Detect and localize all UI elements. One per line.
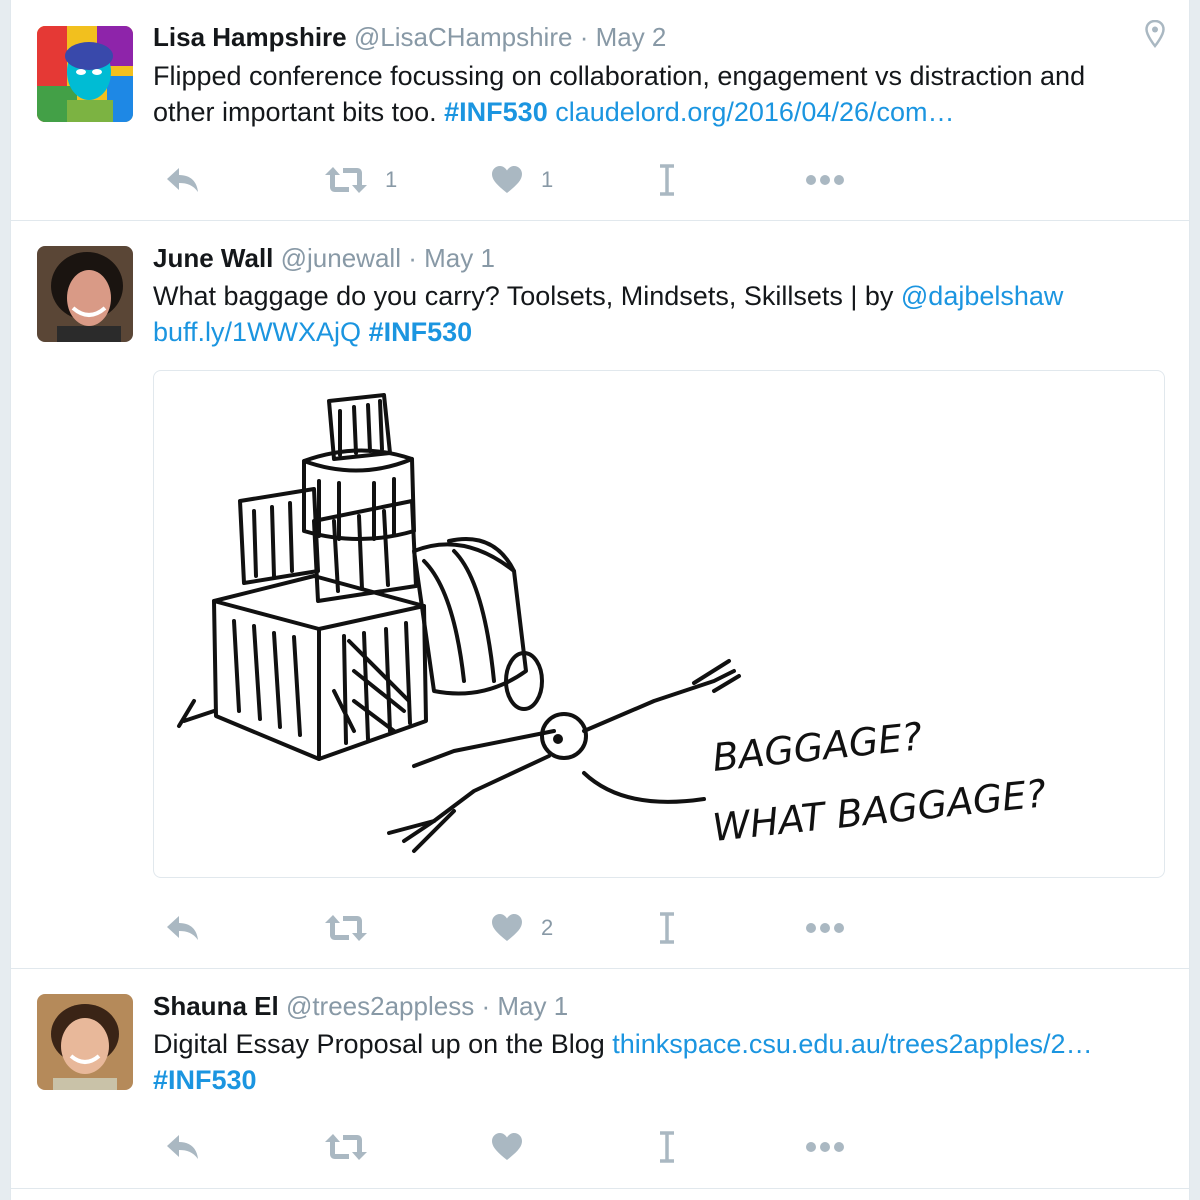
tweet-text: What baggage do you carry? Toolsets, Min… xyxy=(153,278,1153,350)
tweet[interactable]: Shauna El @trees2appless · May 1 Digital… xyxy=(11,969,1189,1189)
reply-button[interactable] xyxy=(165,1127,201,1167)
url-link[interactable]: thinkspace.csu.edu.au/trees2apples/2… xyxy=(612,1029,1092,1059)
more-button[interactable] xyxy=(805,160,845,200)
timeline: Lisa Hampshire @LisaCHampshire · May 2 F… xyxy=(10,0,1190,1200)
author-handle[interactable]: @LisaCHampshire xyxy=(354,22,573,52)
separator: · xyxy=(481,991,491,1021)
like-button[interactable] xyxy=(491,1127,523,1167)
tweet-date[interactable]: May 1 xyxy=(497,991,568,1021)
retweet-count: 1 xyxy=(385,167,398,192)
like-icon xyxy=(491,1132,523,1162)
tweet-text: Digital Essay Proposal up on the Blog th… xyxy=(153,1026,1153,1098)
tweet-actions xyxy=(153,1127,953,1167)
text-cursor-button[interactable] xyxy=(658,908,676,948)
tweet-body: Digital Essay Proposal up on the Blog xyxy=(153,1029,613,1059)
author-handle[interactable]: @junewall xyxy=(281,243,401,273)
tweet-actions: 1 1 xyxy=(153,160,953,200)
tweet-header: Shauna El @trees2appless · May 1 xyxy=(153,991,568,1022)
text-cursor-button[interactable] xyxy=(658,1127,676,1167)
separator: · xyxy=(579,22,589,52)
more-button[interactable] xyxy=(805,908,845,948)
author-name[interactable]: Shauna El xyxy=(153,991,279,1021)
image-caption-1: BAGGAGE? xyxy=(710,714,924,780)
author-name[interactable]: Lisa Hampshire xyxy=(153,22,347,52)
image-caption-2: WHAT BAGGAGE? xyxy=(710,771,1048,850)
more-button[interactable] xyxy=(805,1127,845,1167)
hashtag-link[interactable]: #INF530 xyxy=(369,317,473,347)
tweet-text: Flipped conference focussing on collabor… xyxy=(153,58,1153,130)
like-icon xyxy=(491,913,523,943)
retweet-button[interactable] xyxy=(325,1127,367,1167)
retweet-icon xyxy=(325,165,367,195)
tweet[interactable]: Lisa Hampshire @LisaCHampshire · May 2 F… xyxy=(11,0,1189,221)
avatar[interactable] xyxy=(37,26,133,122)
avatar[interactable] xyxy=(37,246,133,342)
author-handle[interactable]: @trees2appless xyxy=(286,991,474,1021)
reply-icon xyxy=(165,913,201,943)
more-icon xyxy=(805,922,845,934)
tweet-header: June Wall @junewall · May 1 xyxy=(153,243,495,274)
mention-link[interactable]: @dajbelshaw xyxy=(901,281,1064,311)
text-cursor-icon xyxy=(658,164,676,196)
text-cursor-icon xyxy=(658,912,676,944)
separator: · xyxy=(408,243,417,273)
reply-icon xyxy=(165,165,201,195)
tweet-date[interactable]: May 2 xyxy=(596,22,667,52)
retweet-icon xyxy=(325,913,367,943)
hashtag-link[interactable]: #INF530 xyxy=(444,97,548,127)
like-count: 1 xyxy=(541,167,554,192)
url-link[interactable]: buff.ly/1WWXAjQ xyxy=(153,317,361,347)
tweet-actions: 2 xyxy=(153,908,953,948)
location-pin-icon[interactable] xyxy=(1145,19,1165,53)
like-button[interactable]: 2 xyxy=(491,908,553,948)
reply-button[interactable] xyxy=(165,160,201,200)
like-icon xyxy=(491,165,523,195)
url-link[interactable]: claudelord.org/2016/04/26/com… xyxy=(555,97,954,127)
retweet-button[interactable]: 1 xyxy=(325,160,397,200)
author-name[interactable]: June Wall xyxy=(153,243,273,273)
retweet-icon xyxy=(325,1132,367,1162)
like-count: 2 xyxy=(541,915,554,940)
tweet-date[interactable]: May 1 xyxy=(424,243,495,273)
text-cursor-button[interactable] xyxy=(658,160,676,200)
text-cursor-icon xyxy=(658,1131,676,1163)
like-button[interactable]: 1 xyxy=(491,160,553,200)
more-icon xyxy=(805,1141,845,1153)
hashtag-link[interactable]: #INF530 xyxy=(153,1065,257,1095)
reply-button[interactable] xyxy=(165,908,201,948)
tweet-body: What baggage do you carry? Toolsets, Min… xyxy=(153,281,901,311)
tweet-header: Lisa Hampshire @LisaCHampshire · May 2 xyxy=(153,22,666,53)
retweet-button[interactable] xyxy=(325,908,385,948)
tweet-image[interactable]: BAGGAGE? WHAT BAGGAGE? xyxy=(153,370,1165,878)
reply-icon xyxy=(165,1132,201,1162)
avatar[interactable] xyxy=(37,994,133,1090)
more-icon xyxy=(805,174,845,186)
baggage-sketch: BAGGAGE? WHAT BAGGAGE? xyxy=(177,393,1048,853)
